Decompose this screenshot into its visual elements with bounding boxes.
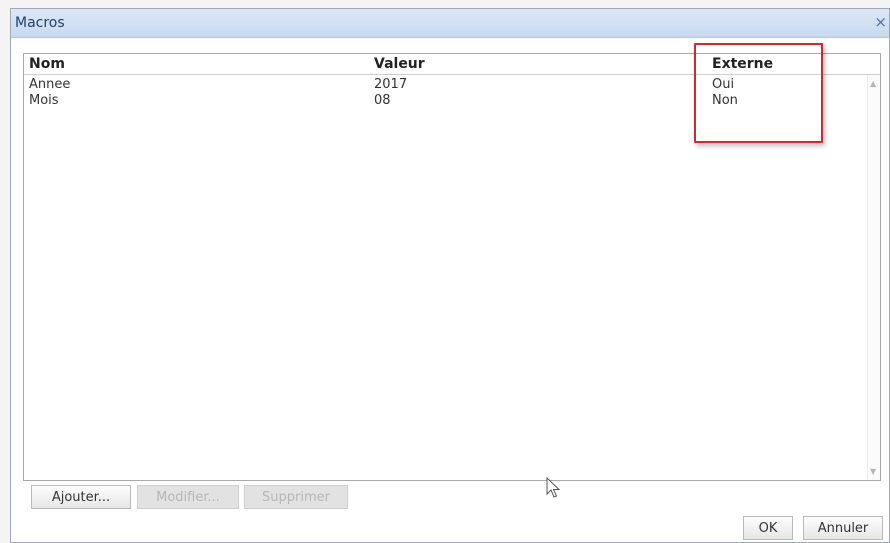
cell-valeur: 2017 (374, 77, 408, 92)
edit-button: Modifier... (137, 485, 239, 509)
macros-dialog: Macros × Nom Valeur Externe Annee 2017 O… (10, 8, 890, 543)
chevron-down-icon[interactable]: ▼ (870, 467, 876, 476)
externe-column-highlight (694, 43, 823, 143)
dialog-title: Macros (15, 15, 65, 31)
close-icon[interactable]: × (874, 13, 887, 31)
mouse-cursor-icon (546, 477, 561, 498)
column-header-valeur[interactable]: Valeur (374, 56, 425, 72)
cancel-button[interactable]: Annuler (803, 516, 883, 540)
cell-nom: Annee (29, 77, 71, 92)
ok-button[interactable]: OK (743, 516, 793, 540)
chevron-up-icon[interactable]: ▲ (870, 79, 876, 88)
add-button[interactable]: Ajouter... (31, 485, 131, 509)
column-header-nom[interactable]: Nom (29, 56, 65, 72)
delete-button: Supprimer (244, 485, 348, 509)
cell-valeur: 08 (374, 93, 391, 108)
cell-nom: Mois (29, 93, 59, 108)
vertical-scrollbar[interactable]: ▲ ▼ (867, 75, 880, 480)
title-bar[interactable]: Macros × (11, 9, 889, 38)
